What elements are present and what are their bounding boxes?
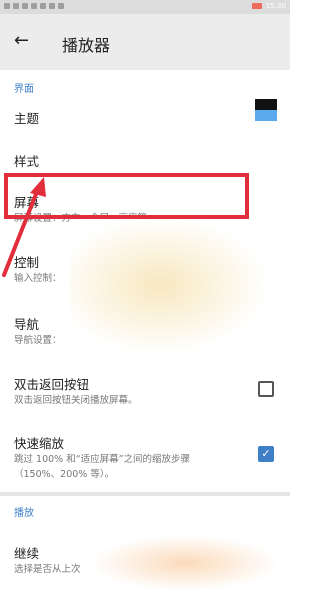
battery-icon xyxy=(251,3,262,9)
setting-navigation-subtitle: 导航设置： xyxy=(14,335,62,346)
setting-resume-title: 继续 xyxy=(14,546,40,561)
setting-quick-zoom-subtitle-2: （150%、200% 等）。 xyxy=(14,469,115,480)
setting-navigation-title: 导航 xyxy=(14,317,40,332)
setting-double-back[interactable]: 双击返回按钮 双击返回按钮关闭播放屏幕。 xyxy=(0,365,290,410)
quick-zoom-checkbox[interactable]: ✓ xyxy=(258,446,274,462)
setting-theme-title: 主题 xyxy=(14,111,40,126)
setting-quick-zoom-subtitle: 跳过 100% 和“适应屏幕”之间的缩放步骤 xyxy=(14,454,191,465)
blurred-overlay xyxy=(70,215,270,355)
status-time: 15:30 xyxy=(265,2,286,10)
app-icon xyxy=(31,3,37,9)
toolbar: ← 播放器 xyxy=(0,14,290,70)
app-icon xyxy=(49,3,55,9)
wifi-icon xyxy=(22,3,28,9)
status-icons xyxy=(4,3,64,9)
section-interface-header: 界面 xyxy=(14,84,34,95)
annotation-arrow xyxy=(2,177,46,277)
section-playback-header: 播放 xyxy=(14,508,34,519)
app-icon xyxy=(40,3,46,9)
app-icon xyxy=(58,3,64,9)
theme-swatch-blue xyxy=(255,110,277,121)
setting-quick-zoom[interactable]: 快速缩放 跳过 100% 和“适应屏幕”之间的缩放步骤 （150%、200% 等… xyxy=(0,425,290,485)
setting-resume-subtitle: 选择是否从上次 xyxy=(14,564,81,575)
setting-style-title: 样式 xyxy=(14,154,40,169)
arrow-back-icon[interactable]: ← xyxy=(14,31,29,51)
setting-style[interactable]: 样式 xyxy=(0,140,290,176)
theme-swatch[interactable] xyxy=(255,99,277,121)
page-title: 播放器 xyxy=(62,36,111,55)
setting-double-back-title: 双击返回按钮 xyxy=(14,377,90,392)
setting-double-back-subtitle: 双击返回按钮关闭播放屏幕。 xyxy=(14,395,138,406)
sim-icon xyxy=(4,3,10,9)
setting-theme[interactable]: 主题 xyxy=(0,96,290,134)
blurred-overlay-bottom xyxy=(90,535,280,591)
double-back-checkbox[interactable] xyxy=(258,381,274,397)
section-divider xyxy=(0,492,290,496)
setting-quick-zoom-title: 快速缩放 xyxy=(14,436,65,451)
signal-icon xyxy=(13,3,19,9)
status-bar: 15:30 xyxy=(0,0,290,14)
theme-swatch-dark xyxy=(255,99,277,110)
